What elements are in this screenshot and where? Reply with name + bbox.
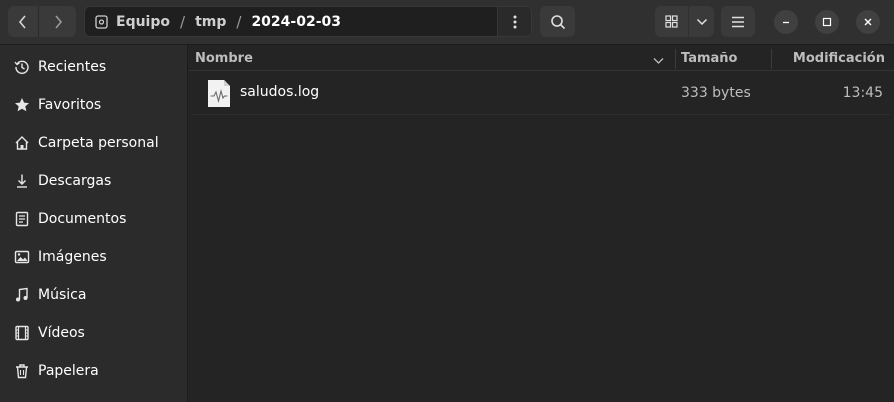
chevron-left-icon — [18, 14, 26, 29]
headerbar: Equipo / tmp / 2024-02-03 — [0, 0, 894, 45]
sidebar-item-carpeta-personal[interactable]: Carpeta personal — [0, 124, 188, 162]
clock-icon — [13, 58, 31, 76]
column-divider[interactable] — [675, 49, 676, 69]
path-menu-button[interactable] — [497, 7, 531, 36]
file-size: 333 bytes — [681, 85, 751, 101]
view-options-button[interactable] — [689, 6, 714, 37]
hamburger-icon — [732, 16, 744, 27]
search-icon — [550, 14, 565, 29]
chevron-down-icon — [696, 18, 707, 25]
trash-icon — [13, 362, 31, 380]
sidebar-item-label: Descargas — [38, 173, 112, 189]
file-row[interactable]: saludos.log 333 bytes 13:45 — [193, 71, 890, 115]
main-menu-button[interactable] — [721, 6, 755, 37]
search-button[interactable] — [540, 6, 575, 37]
sort-chevron-icon — [653, 53, 664, 69]
chevron-right-icon — [54, 14, 62, 29]
minimize-button[interactable] — [774, 10, 798, 34]
maximize-button[interactable] — [815, 10, 839, 34]
back-button[interactable] — [8, 6, 38, 37]
download-icon — [13, 172, 31, 190]
column-header-name[interactable]: Nombre — [195, 45, 671, 71]
column-header: Nombre Tamaño Modificación — [189, 45, 894, 71]
sidebar-item-label: Imágenes — [38, 249, 107, 265]
sidebar-item-papelera[interactable]: Papelera — [0, 352, 188, 390]
column-header-size[interactable]: Tamaño — [681, 45, 771, 71]
kebab-menu-icon — [513, 15, 516, 28]
breadcrumb-equipo[interactable]: Equipo — [116, 14, 170, 30]
sidebar-item-label: Carpeta personal — [38, 135, 159, 151]
grid-icon — [665, 15, 678, 28]
minimize-icon — [783, 21, 789, 24]
breadcrumb-current[interactable]: 2024-02-03 — [251, 14, 341, 30]
sidebar-item-favoritos[interactable]: Favoritos — [0, 86, 188, 124]
column-size-label: Tamaño — [681, 50, 738, 66]
sidebar-item-label: Recientes — [38, 59, 107, 75]
music-icon — [13, 286, 31, 304]
sidebar-item-videos[interactable]: Vídeos — [0, 314, 188, 352]
maximize-icon — [822, 17, 832, 27]
sidebar: Recientes Favoritos Carpeta personal Des… — [0, 45, 188, 402]
sidebar-item-label: Favoritos — [38, 97, 102, 113]
document-icon — [13, 210, 31, 228]
sidebar-item-descargas[interactable]: Descargas — [0, 162, 188, 200]
sidebar-item-label: Vídeos — [38, 325, 85, 341]
drive-icon — [94, 14, 108, 29]
breadcrumb-separator: / — [180, 12, 186, 31]
grid-view-button[interactable] — [655, 6, 688, 37]
forward-button[interactable] — [38, 6, 76, 37]
column-header-modified[interactable]: Modificación — [771, 45, 885, 71]
path-bar: Equipo / tmp / 2024-02-03 — [84, 6, 532, 37]
sidebar-item-imagenes[interactable]: Imágenes — [0, 238, 188, 276]
breadcrumb-tmp[interactable]: tmp — [195, 14, 226, 30]
file-name: saludos.log — [240, 84, 320, 100]
sidebar-item-label: Música — [38, 287, 87, 303]
close-button[interactable] — [856, 10, 880, 34]
column-name-label: Nombre — [195, 50, 253, 66]
sidebar-item-label: Papelera — [38, 363, 99, 379]
breadcrumb-separator: / — [236, 12, 242, 31]
file-modified: 13:45 — [842, 85, 883, 101]
sidebar-item-recientes[interactable]: Recientes — [0, 48, 188, 86]
sidebar-item-label: Documentos — [38, 211, 127, 227]
log-file-icon — [207, 79, 231, 108]
image-icon — [13, 248, 31, 266]
column-modified-label: Modificación — [792, 50, 885, 66]
star-icon — [13, 96, 31, 114]
close-icon — [864, 18, 872, 26]
sidebar-item-musica[interactable]: Música — [0, 276, 188, 314]
sidebar-item-documentos[interactable]: Documentos — [0, 200, 188, 238]
video-icon — [13, 324, 31, 342]
file-list-view: Nombre Tamaño Modificación saludos.log 3… — [189, 45, 894, 402]
home-icon — [13, 134, 31, 152]
